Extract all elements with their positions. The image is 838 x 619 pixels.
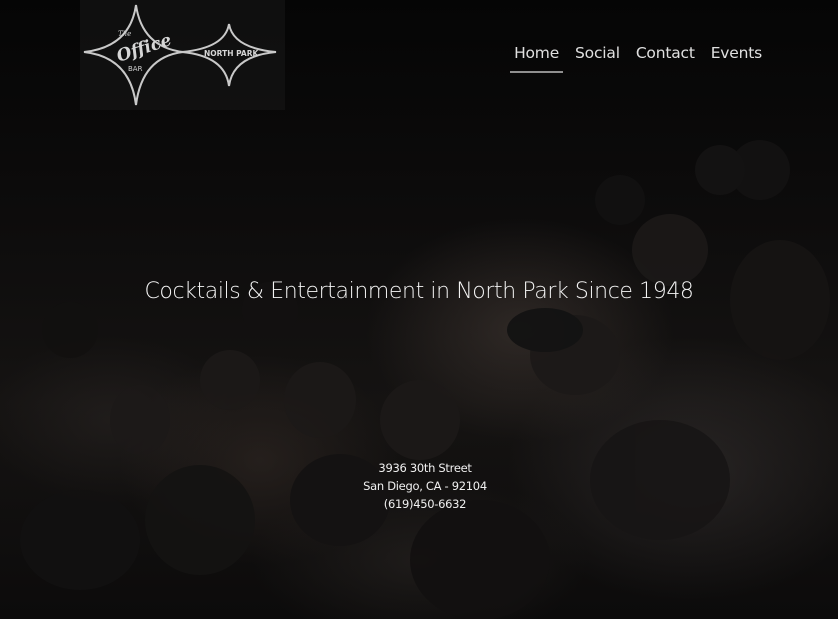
logo-text-location: NORTH PARK	[204, 49, 259, 58]
nav-contact[interactable]: Contact	[632, 42, 699, 73]
address-street: 3936 30th Street	[378, 461, 472, 475]
hero-tagline: Cocktails & Entertainment in North Park …	[144, 279, 694, 304]
address-block: 3936 30th Street San Diego, CA - 92104 (…	[0, 459, 838, 513]
main-navigation: Home Social Contact Events	[510, 42, 766, 73]
logo-emblem-icon: The Office BAR NORTH PARK	[83, 4, 277, 106]
nav-events[interactable]: Events	[707, 42, 766, 73]
logo-text-bar: BAR	[128, 65, 143, 73]
address-city: San Diego, CA - 92104	[363, 479, 487, 493]
logo-text-the: The	[118, 30, 131, 38]
nav-social[interactable]: Social	[571, 42, 624, 73]
phone-number[interactable]: (619)450-6632	[0, 495, 838, 513]
site-logo[interactable]: The Office BAR NORTH PARK	[80, 0, 285, 110]
nav-home[interactable]: Home	[510, 42, 564, 73]
